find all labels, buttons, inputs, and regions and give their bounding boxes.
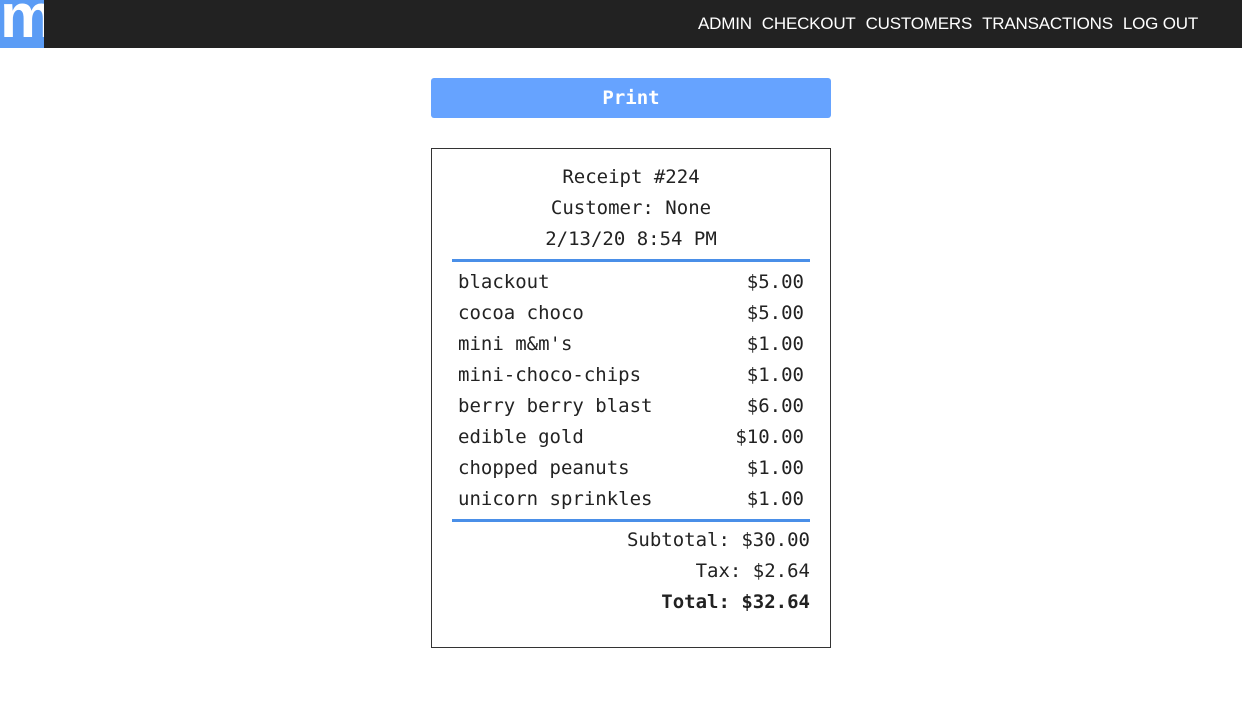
main-nav: ADMIN CHECKOUT CUSTOMERS TRANSACTIONS LO… xyxy=(698,0,1198,48)
nav-link-checkout[interactable]: CHECKOUT xyxy=(762,14,856,34)
receipt-subtotal: Subtotal: $30.00 xyxy=(626,529,810,551)
item-name: berry berry blast xyxy=(458,395,653,417)
item-price: $1.00 xyxy=(746,364,804,386)
top-navbar: m ADMIN CHECKOUT CUSTOMERS TRANSACTIONS … xyxy=(0,0,1242,48)
receipt-header: Receipt #224 Customer: None 2/13/20 8:54… xyxy=(432,149,830,255)
receipt: Receipt #224 Customer: None 2/13/20 8:54… xyxy=(431,148,831,648)
item-price: $1.00 xyxy=(746,457,804,479)
print-button[interactable]: Print xyxy=(431,78,831,118)
receipt-item-row: mini-choco-chips $1.00 xyxy=(458,360,804,391)
item-name: mini-choco-chips xyxy=(458,364,642,386)
receipt-item-row: edible gold $10.00 xyxy=(458,422,804,453)
item-price: $5.00 xyxy=(746,271,804,293)
app-logo[interactable]: m xyxy=(0,0,44,48)
receipt-datetime: 2/13/20 8:54 PM xyxy=(545,228,717,250)
receipt-item-row: cocoa choco $5.00 xyxy=(458,298,804,329)
item-name: unicorn sprinkles xyxy=(458,488,653,510)
item-price: $10.00 xyxy=(735,426,804,448)
item-name: edible gold xyxy=(458,426,584,448)
receipt-customer: Customer: None xyxy=(550,197,712,219)
receipt-totals: Subtotal: $30.00 Tax: $2.64 Total: $32.6… xyxy=(432,522,810,618)
item-price: $6.00 xyxy=(746,395,804,417)
logo-letter: m xyxy=(0,0,44,48)
item-name: mini m&m's xyxy=(458,333,573,355)
item-price: $5.00 xyxy=(746,302,804,324)
receipt-number: Receipt #224 xyxy=(562,166,700,188)
receipt-item-row: mini m&m's $1.00 xyxy=(458,329,804,360)
receipt-items: blackout $5.00 cocoa choco $5.00 mini m&… xyxy=(432,262,830,515)
receipt-item-row: chopped peanuts $1.00 xyxy=(458,453,804,484)
receipt-item-row: unicorn sprinkles $1.00 xyxy=(458,484,804,515)
item-name: cocoa choco xyxy=(458,302,584,324)
nav-link-log-out[interactable]: LOG OUT xyxy=(1123,14,1198,34)
receipt-tax: Tax: $2.64 xyxy=(695,560,810,582)
receipt-total: Total: $32.64 xyxy=(661,591,810,613)
item-price: $1.00 xyxy=(746,488,804,510)
receipt-item-row: blackout $5.00 xyxy=(458,267,804,298)
item-name: blackout xyxy=(458,271,550,293)
item-name: chopped peanuts xyxy=(458,457,630,479)
nav-link-admin[interactable]: ADMIN xyxy=(698,14,752,34)
receipt-item-row: berry berry blast $6.00 xyxy=(458,391,804,422)
nav-link-customers[interactable]: CUSTOMERS xyxy=(866,14,973,34)
item-price: $1.00 xyxy=(746,333,804,355)
nav-link-transactions[interactable]: TRANSACTIONS xyxy=(982,14,1113,34)
